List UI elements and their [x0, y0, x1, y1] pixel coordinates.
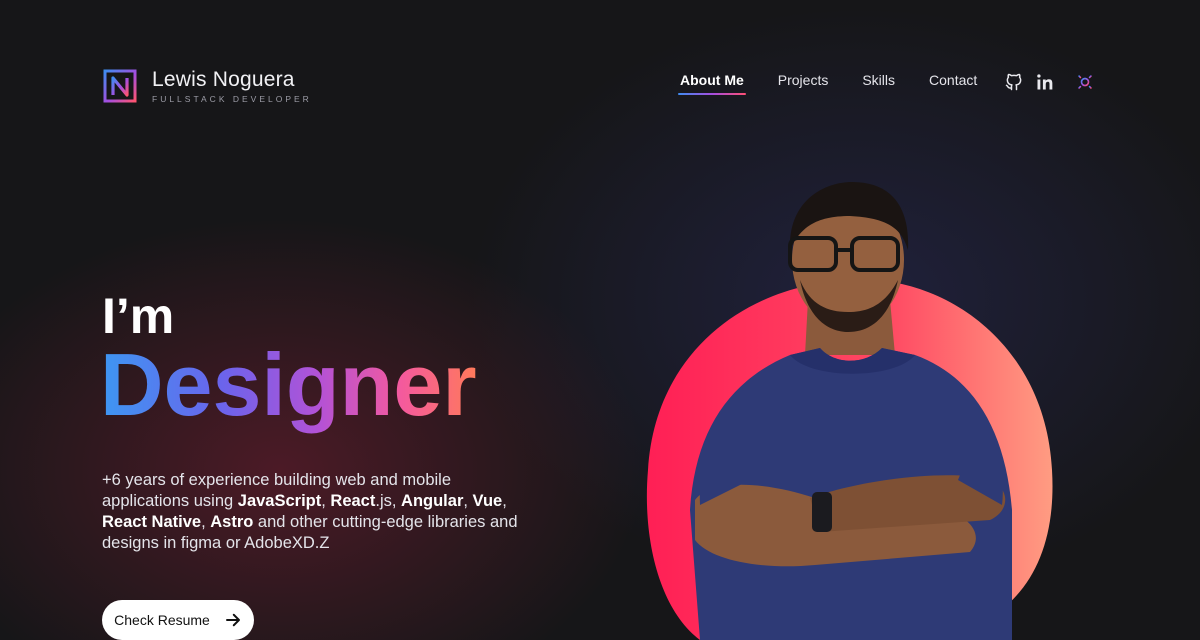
- hero-role: Designer: [100, 335, 477, 434]
- desc-text: ,: [463, 492, 473, 510]
- profile-photo: [646, 182, 1053, 640]
- skill-react: React: [330, 492, 376, 510]
- nav-contact[interactable]: Contact: [929, 72, 977, 95]
- theme-toggle-icon[interactable]: [1075, 72, 1095, 92]
- logo-mark-icon: [103, 69, 137, 103]
- skill-vue: Vue: [472, 492, 503, 510]
- skill-angular: Angular: [401, 492, 464, 510]
- desc-text: ,: [201, 513, 211, 531]
- desc-text: ,: [502, 492, 507, 510]
- brand-name: Lewis Noguera: [152, 68, 295, 91]
- check-resume-button[interactable]: Check Resume: [102, 600, 254, 640]
- skill-astro: Astro: [210, 513, 254, 531]
- nav-projects[interactable]: Projects: [778, 72, 829, 95]
- desc-text: .js,: [375, 492, 402, 510]
- skill-react-native: React Native: [102, 513, 202, 531]
- arrow-right-icon: [225, 613, 240, 627]
- linkedin-icon[interactable]: [1035, 72, 1055, 92]
- brand-subtitle: FULLSTACK DEVELOPER: [152, 94, 312, 104]
- main-nav: About Me Projects Skills Contact: [678, 72, 977, 95]
- hero-description: +6 years of experience building web and …: [102, 470, 522, 554]
- nav-about-me[interactable]: About Me: [678, 72, 746, 95]
- skill-javascript: JavaScript: [237, 492, 322, 510]
- brand-logo[interactable]: Lewis Noguera FULLSTACK DEVELOPER: [102, 68, 312, 104]
- nav-skills[interactable]: Skills: [862, 72, 895, 95]
- check-resume-label: Check Resume: [114, 612, 210, 628]
- github-icon[interactable]: [1004, 72, 1024, 92]
